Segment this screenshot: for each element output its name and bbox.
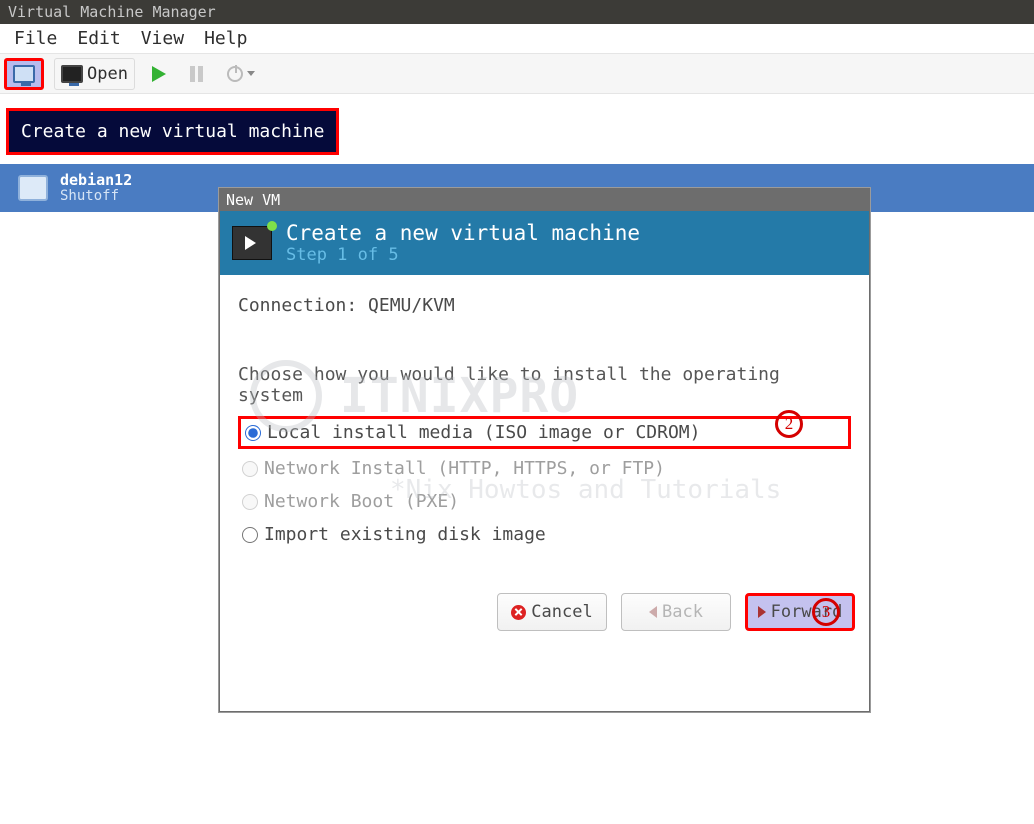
pause-icon bbox=[190, 66, 203, 82]
wizard-titlebar: New VM bbox=[220, 189, 869, 211]
open-label: Open bbox=[87, 64, 128, 84]
vm-thumbnail-icon bbox=[18, 175, 48, 201]
cancel-button[interactable]: Cancel bbox=[497, 593, 607, 631]
annotation-3: 3 bbox=[812, 598, 840, 626]
pause-button[interactable] bbox=[183, 58, 210, 90]
tooltip-text: Create a new virtual machine bbox=[21, 121, 324, 142]
wizard-header-icon bbox=[232, 226, 272, 260]
toolbar: Open bbox=[0, 54, 1034, 94]
option-import-label: Import existing disk image bbox=[264, 524, 546, 545]
back-button[interactable]: Back bbox=[621, 593, 731, 631]
monitor-new-icon bbox=[13, 65, 35, 83]
new-vm-button[interactable] bbox=[4, 58, 44, 90]
wizard-header: Create a new virtual machine Step 1 of 5 bbox=[220, 211, 869, 275]
option-pxe-label: Network Boot (PXE) bbox=[264, 491, 459, 512]
run-button[interactable] bbox=[145, 58, 173, 90]
radio-local-media[interactable] bbox=[245, 425, 261, 441]
back-label: Back bbox=[662, 602, 703, 622]
choose-label: Choose how you would like to install the… bbox=[238, 364, 851, 406]
menu-help[interactable]: Help bbox=[196, 26, 255, 51]
tooltip-new-vm: Create a new virtual machine bbox=[6, 108, 339, 155]
forward-icon bbox=[758, 606, 766, 618]
vm-name: debian12 bbox=[60, 172, 132, 189]
option-network-install[interactable]: Network Install (HTTP, HTTPS, or FTP) bbox=[238, 455, 851, 482]
vm-status: Shutoff bbox=[60, 189, 132, 204]
window-title: Virtual Machine Manager bbox=[8, 3, 216, 21]
option-pxe[interactable]: Network Boot (PXE) bbox=[238, 488, 851, 515]
monitor-icon bbox=[61, 65, 83, 83]
open-vm-button[interactable]: Open bbox=[54, 58, 135, 90]
window-titlebar: Virtual Machine Manager bbox=[0, 0, 1034, 24]
menu-view[interactable]: View bbox=[133, 26, 192, 51]
annotation-2: 2 bbox=[775, 410, 803, 438]
new-vm-wizard: New VM Create a new virtual machine Step… bbox=[219, 188, 870, 712]
wizard-heading: Create a new virtual machine bbox=[286, 221, 640, 245]
radio-import-disk[interactable] bbox=[242, 527, 258, 543]
wizard-title: New VM bbox=[226, 191, 280, 209]
cancel-label: Cancel bbox=[531, 602, 592, 622]
wizard-body: ITNIXPRO *Nix Howtos and Tutorials Conne… bbox=[220, 275, 869, 645]
power-menu-button[interactable] bbox=[220, 58, 262, 90]
wizard-step: Step 1 of 5 bbox=[286, 245, 640, 265]
option-import-disk[interactable]: Import existing disk image bbox=[238, 521, 851, 548]
forward-button[interactable]: Forward 3 bbox=[745, 593, 855, 631]
radio-pxe[interactable] bbox=[242, 494, 258, 510]
option-local-media[interactable]: Local install media (ISO image or CDROM) bbox=[238, 416, 851, 449]
wizard-footer: Cancel Back Forward 3 bbox=[497, 593, 855, 631]
menubar: File Edit View Help bbox=[0, 24, 1034, 54]
menu-edit[interactable]: Edit bbox=[69, 26, 128, 51]
radio-network-install[interactable] bbox=[242, 461, 258, 477]
play-icon bbox=[152, 66, 166, 82]
back-icon bbox=[649, 606, 657, 618]
chevron-down-icon bbox=[247, 71, 255, 76]
power-icon bbox=[227, 66, 243, 82]
cancel-icon bbox=[511, 605, 526, 620]
connection-label: Connection: QEMU/KVM bbox=[238, 295, 851, 316]
option-local-label: Local install media (ISO image or CDROM) bbox=[267, 422, 700, 443]
option-network-label: Network Install (HTTP, HTTPS, or FTP) bbox=[264, 458, 665, 479]
menu-file[interactable]: File bbox=[6, 26, 65, 51]
